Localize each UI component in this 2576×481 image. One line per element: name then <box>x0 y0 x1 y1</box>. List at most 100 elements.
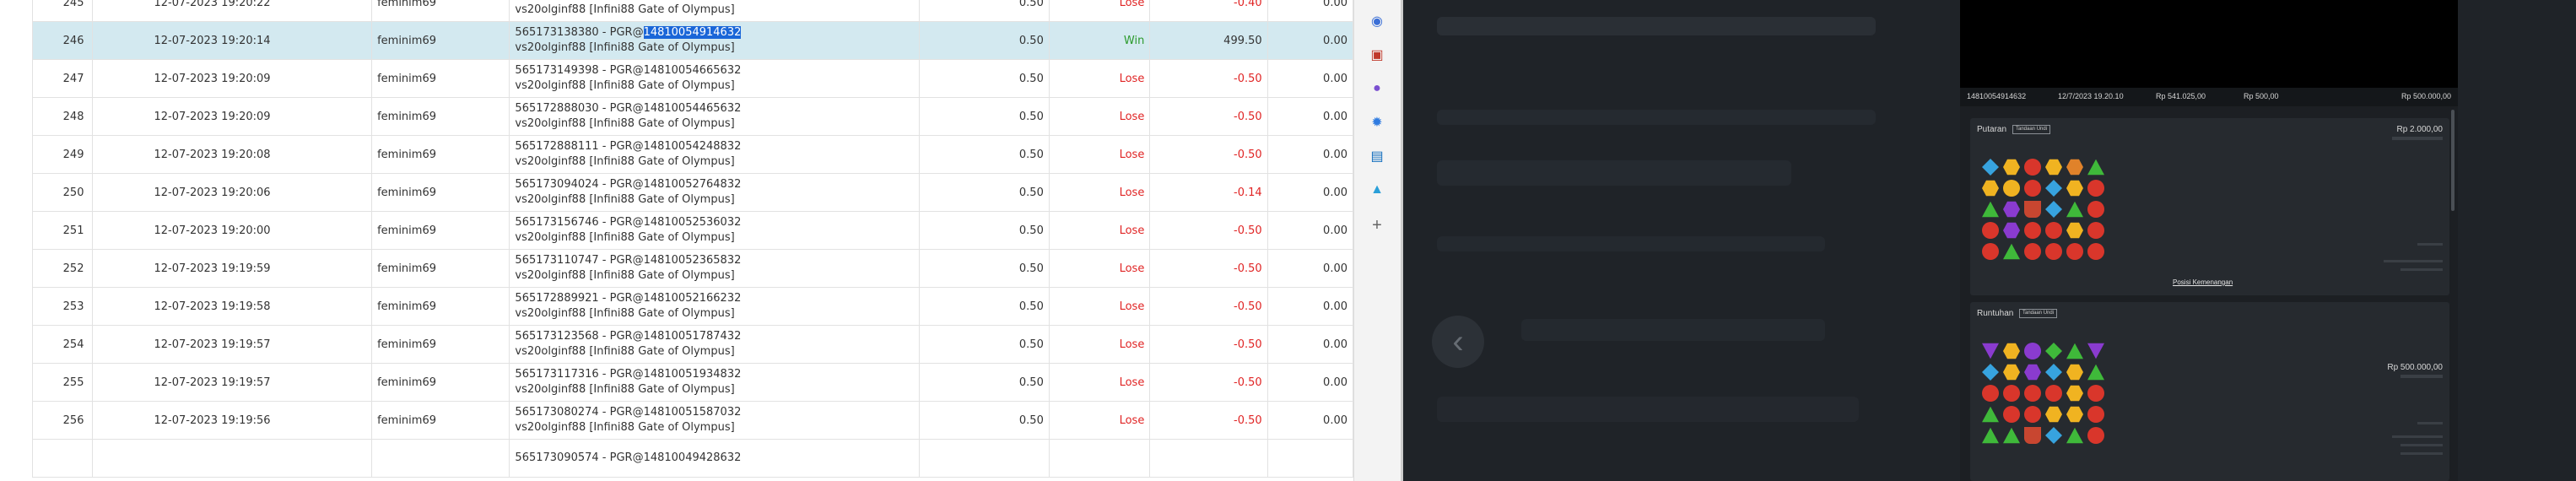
row-number: 248 <box>31 97 94 136</box>
symbol-icon <box>1982 159 1999 176</box>
game-title: vs20olginf88 [Infini88 Gate of Olympus] <box>515 193 735 206</box>
row-number: 255 <box>31 363 94 402</box>
blurred-caption <box>2417 243 2443 246</box>
tumble-title: Runtuhan <box>1977 309 2014 318</box>
row-balance: 0.00 <box>1266 21 1353 60</box>
row-balance: 0.00 <box>1266 211 1353 250</box>
symbol-icon <box>2066 427 2083 444</box>
row-date: 12-07-2023 19:19:57 <box>92 325 373 364</box>
table-row[interactable]: 248 12-07-2023 19:20:09 feminim69 565172888… <box>31 97 1353 136</box>
chevron-left-icon[interactable]: ‹ <box>1432 316 1484 368</box>
row-balance: 0.00 <box>1266 135 1353 174</box>
table-row[interactable]: 249 12-07-2023 19:20:08 feminim69 565172888… <box>31 135 1353 174</box>
symbol-icon <box>2087 201 2104 218</box>
table-row[interactable]: 251 12-07-2023 19:20:00 feminim69 565173156… <box>31 211 1353 250</box>
shopping-icon[interactable]: ▲ <box>1368 181 1386 199</box>
table-row[interactable]: 24512-07-2023 19:20:22feminim69565173075… <box>31 0 1353 22</box>
row-bet: 0.50 <box>918 287 1050 326</box>
row-balance: 0.00 <box>1266 0 1353 22</box>
row-number: 252 <box>31 249 94 288</box>
row-date: 12-07-2023 19:20:06 <box>92 173 373 212</box>
round-win: Rp 500.000,00 <box>2400 92 2451 100</box>
game-title: vs20olginf88 [Infini88 Gate of Olympus] <box>515 41 735 54</box>
row-bet: 0.50 <box>918 401 1050 440</box>
symbol-icon <box>2024 180 2041 197</box>
symbol-icon <box>2003 180 2020 197</box>
symbol-icon <box>2024 159 2041 176</box>
row-result: Lose <box>1048 59 1151 98</box>
row-balance: 0.00 <box>1266 363 1353 402</box>
blurred-row <box>1437 110 1876 125</box>
row-amount: -0.50 <box>1149 363 1268 402</box>
row-number: 254 <box>31 325 94 364</box>
row-result <box>1048 439 1151 478</box>
symbol-icon <box>2045 243 2062 260</box>
symbol-icon <box>2087 222 2104 239</box>
table-row[interactable]: 253 12-07-2023 19:19:58 feminim69 565172889… <box>31 287 1353 326</box>
row-amount: -0.50 <box>1149 135 1268 174</box>
symbol-icon <box>1982 343 1999 359</box>
symbol-icon <box>2087 385 2104 402</box>
row-date: 12-07-2023 19:19:58 <box>92 287 373 326</box>
table-row[interactable]: 256 12-07-2023 19:19:56 feminim69 565173080… <box>31 401 1353 440</box>
people-icon[interactable]: ● <box>1368 79 1386 98</box>
row-result: Win <box>1048 21 1151 60</box>
symbol-icon <box>2003 159 2020 176</box>
row-amount: 499.50 <box>1149 21 1268 60</box>
game-title: vs20olginf88 [Infini88 Gate of Olympus] <box>515 117 735 130</box>
outlook-icon[interactable]: ▤ <box>1368 147 1386 165</box>
win-position-link[interactable]: Posisi Kemenangan <box>2173 278 2233 286</box>
symbol-icon <box>2003 385 2020 402</box>
symbol-icon <box>2066 385 2083 402</box>
symbol-icon <box>2087 427 2104 444</box>
row-number: 256 <box>31 401 94 440</box>
table-row[interactable]: 565173090574 - PGR@14810049428632 <box>31 439 1353 478</box>
gear-icon[interactable]: ✹ <box>1368 113 1386 132</box>
row-username: feminim69 <box>371 21 510 60</box>
transaction-table: 24512-07-2023 19:20:22feminim69565173075… <box>31 0 1353 478</box>
blurred-row <box>1437 160 1791 186</box>
symbol-icon <box>2087 180 2104 197</box>
symbol-icon <box>2087 159 2104 176</box>
row-result: Lose <box>1048 325 1151 364</box>
row-date: 12-07-2023 19:20:09 <box>92 59 373 98</box>
row-username: feminim69 <box>371 0 510 22</box>
table-row[interactable]: 246 12-07-2023 19:20:14 feminim69 565173138… <box>31 21 1353 60</box>
briefcase-icon[interactable]: ▣ <box>1368 46 1386 64</box>
spin-title: Putaran <box>1977 125 2007 134</box>
symbol-icon <box>1982 406 1999 423</box>
symbol-icon <box>1982 364 1999 381</box>
row-date: 12-07-2023 19:19:57 <box>92 363 373 402</box>
row-game: 565173123568 - PGR@14810051787432 vs20olg… <box>509 325 920 364</box>
row-game: 565173110747 - PGR@14810052365832 vs20olg… <box>509 249 920 288</box>
plus-icon[interactable]: + <box>1368 216 1386 235</box>
row-balance: 0.00 <box>1266 287 1353 326</box>
game-title: vs20olginf88 [Infini88 Gate of Olympus] <box>515 3 735 16</box>
table-row[interactable]: 247 12-07-2023 19:20:09 feminim69 565173149… <box>31 59 1353 98</box>
table-row[interactable]: 254 12-07-2023 19:19:57 feminim69 565173123… <box>31 325 1353 364</box>
row-number: 251 <box>31 211 94 250</box>
row-date <box>92 439 373 478</box>
symbol-icon <box>2045 180 2062 197</box>
symbol-icon <box>2003 243 2020 260</box>
symbol-icon <box>2024 427 2041 444</box>
tag-icon[interactable]: ◉ <box>1368 12 1386 30</box>
game-ref: 565173138380 - PGR@ <box>515 26 644 39</box>
row-bet: 0.50 <box>918 249 1050 288</box>
row-number: 253 <box>31 287 94 326</box>
table-row[interactable]: 250 12-07-2023 19:20:06 feminim69 565173094… <box>31 173 1353 212</box>
round-bet-total: Rp 541.025,00 <box>2156 92 2206 100</box>
row-username: feminim69 <box>371 135 510 174</box>
symbol-icon <box>2024 406 2041 423</box>
table-row[interactable]: 255 12-07-2023 19:19:57 feminim69 565173117… <box>31 363 1353 402</box>
row-number: 247 <box>31 59 94 98</box>
row-date: 12-07-2023 19:19:59 <box>92 249 373 288</box>
row-game: 565173138380 - PGR@14810054914632 vs20olg… <box>509 21 920 60</box>
round-datetime: 12/7/2023 19.20.10 <box>2058 92 2124 100</box>
row-result: Lose <box>1048 135 1151 174</box>
table-row[interactable]: 252 12-07-2023 19:19:59 feminim69 565173110… <box>31 249 1353 288</box>
modal-scrollbar[interactable] <box>2451 110 2454 211</box>
row-date: 12-07-2023 19:20:08 <box>92 135 373 174</box>
row-balance: 0.00 <box>1266 173 1353 212</box>
round-id: 14810054914632 <box>1967 92 2027 100</box>
